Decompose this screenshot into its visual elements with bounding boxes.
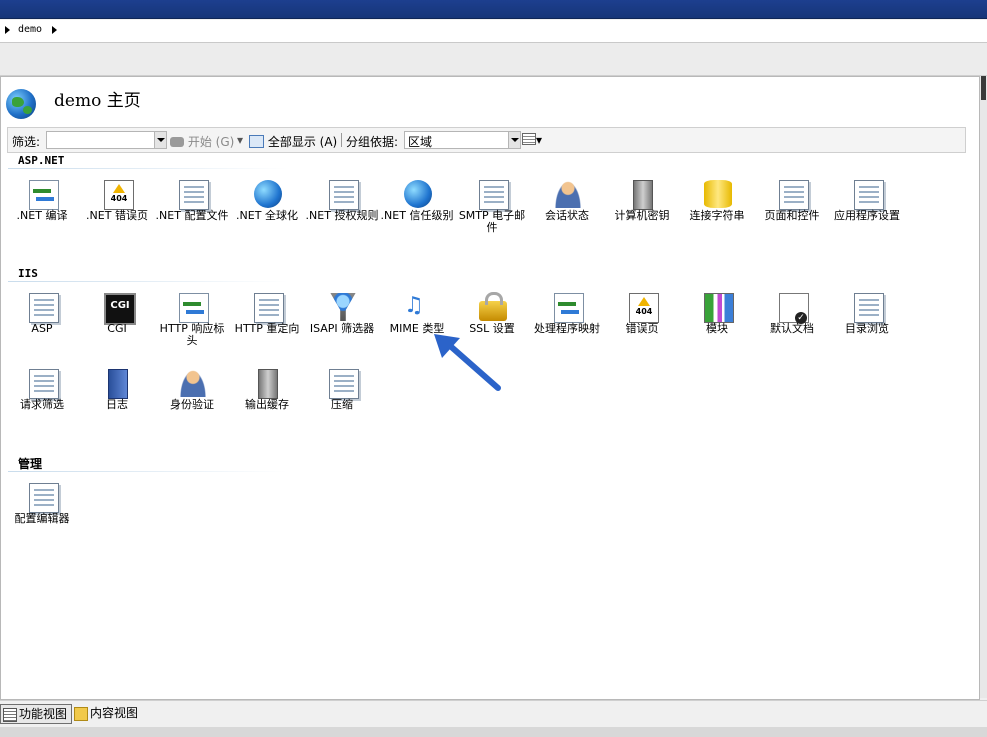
binoculars-icon	[170, 137, 184, 147]
asp-icon	[29, 293, 59, 323]
session-state-icon	[554, 180, 582, 208]
authorization-icon	[329, 180, 359, 210]
section-title-aspnet: ASP.NET	[18, 154, 65, 167]
show-all-icon	[249, 135, 264, 148]
tab-content-view[interactable]: 内容视图	[72, 704, 138, 722]
connection-string-icon	[704, 180, 732, 208]
authentication-icon	[179, 369, 207, 397]
page-title: demo 主页	[54, 91, 141, 111]
error-pages-icon: 404	[629, 293, 659, 323]
toolbar-band	[0, 43, 987, 76]
configuration-editor-icon	[29, 483, 59, 513]
chevron-down-icon[interactable]	[154, 132, 166, 148]
start-dropdown-chevron-icon[interactable]: ▾	[237, 133, 243, 147]
logging-icon	[108, 369, 128, 399]
pages-controls-icon	[779, 180, 809, 210]
error-page-404-icon: 404	[104, 180, 134, 210]
show-all-button[interactable]: 全部显示 (A)	[249, 133, 337, 150]
tab-features-view[interactable]: 功能视图	[0, 704, 72, 724]
site-globe-icon	[6, 89, 36, 119]
back-arrow-icon[interactable]	[5, 26, 10, 34]
vertical-scrollbar[interactable]	[980, 76, 987, 698]
section-title-management: 管理	[18, 457, 43, 471]
trust-level-icon	[404, 180, 432, 208]
address-bar[interactable]: demo	[0, 20, 987, 43]
http-redirect-icon	[254, 293, 284, 323]
globe-icon	[254, 180, 282, 208]
section-divider	[8, 168, 288, 169]
window-title-bar	[0, 0, 987, 19]
breadcrumb-item-demo[interactable]: demo	[18, 24, 42, 35]
toolbar-separator	[341, 133, 342, 147]
content-view-folder-icon	[74, 707, 88, 721]
mime-types-icon: ♫	[404, 293, 424, 318]
breadcrumb-chevron-icon[interactable]	[52, 26, 57, 34]
scrollbar-thumb[interactable]	[981, 76, 986, 100]
machine-key-icon	[633, 180, 653, 210]
section-title-iis: IIS	[18, 267, 38, 280]
handler-mappings-icon	[554, 293, 584, 323]
view-mode-button[interactable]: ▾	[522, 133, 542, 147]
annotation-arrow	[434, 334, 501, 391]
output-caching-icon	[258, 369, 278, 399]
ssl-lock-icon	[479, 292, 507, 321]
app-settings-icon	[854, 180, 884, 210]
http-headers-icon	[179, 293, 209, 323]
default-document-icon	[779, 293, 809, 324]
window-bottom-edge	[0, 727, 987, 737]
compile-icon	[29, 180, 59, 210]
profile-icon	[179, 180, 209, 210]
view-switcher-bar: 功能视图 内容视图	[0, 700, 987, 727]
directory-browsing-icon	[854, 293, 884, 323]
start-button[interactable]: 开始 (G)	[170, 133, 234, 150]
section-divider	[8, 281, 288, 282]
filter-input[interactable]	[46, 131, 167, 149]
filter-label: 筛选:	[12, 135, 41, 149]
modules-icon	[704, 293, 734, 323]
cgi-icon: CGI	[104, 293, 136, 325]
features-view-icon	[3, 708, 17, 722]
view-mode-icon	[522, 133, 536, 145]
compression-icon	[329, 369, 359, 399]
section-divider	[8, 471, 288, 472]
smtp-email-icon	[479, 180, 509, 210]
filter-toolbar: 筛选: 开始 (G) ▾ 全部显示 (A) 分组依据: 区域 ▾	[7, 127, 966, 153]
group-by-label: 分组依据:	[346, 135, 399, 149]
group-by-select[interactable]: 区域	[404, 131, 521, 149]
request-filtering-icon	[29, 369, 59, 399]
chevron-down-icon[interactable]	[508, 132, 520, 148]
